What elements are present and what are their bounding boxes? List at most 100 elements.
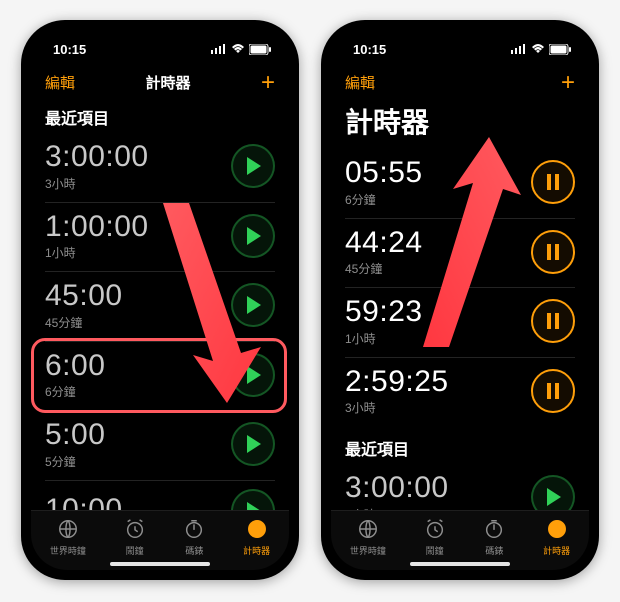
tab-bar: 世界時鐘鬧鐘 碼錶 計時器 <box>31 510 289 570</box>
timer-row[interactable]: 45:00 45分鐘 <box>45 272 275 342</box>
status-time: 10:15 <box>353 42 386 57</box>
screen: 10:15 編輯 計時器 + 最近項目 3:00:003小時1:00:001小時… <box>31 30 289 570</box>
timer-sub: 5分鐘 <box>45 453 105 470</box>
tab-world[interactable]: 世界時鐘 <box>50 518 86 557</box>
tab-label: 鬧鐘 <box>126 544 144 557</box>
timer-sub: 1小時 <box>345 330 423 347</box>
nav-title: 計時器 <box>145 72 190 93</box>
tab-alarm[interactable]: 鬧鐘 <box>124 518 146 557</box>
tab-stop[interactable]: 碼錶 <box>483 518 505 557</box>
play-icon <box>245 366 261 384</box>
play-button[interactable] <box>231 144 275 188</box>
signal-icon <box>511 44 527 54</box>
timer-sub: 6分鐘 <box>45 383 105 400</box>
stop-icon <box>183 518 205 542</box>
pause-button[interactable] <box>531 299 575 343</box>
wifi-icon <box>231 44 245 54</box>
play-icon <box>245 157 261 175</box>
page-title: 計時器 <box>345 101 575 141</box>
phone-left: 10:15 編輯 計時器 + 最近項目 3:00:003小時1:00:001小時… <box>21 20 299 580</box>
timer-row[interactable]: 5:00 5分鐘 <box>45 411 275 481</box>
play-button[interactable] <box>231 422 275 466</box>
wifi-icon <box>531 44 545 54</box>
tab-alarm[interactable]: 鬧鐘 <box>424 518 446 557</box>
play-icon <box>245 227 261 245</box>
battery-icon <box>249 44 271 55</box>
timer-text: 44:2445分鐘 <box>345 227 423 278</box>
timer-sub: 45分鐘 <box>45 314 123 331</box>
timer-time: 5:00 <box>45 419 105 451</box>
section-recent-header: 最近項目 <box>45 105 275 129</box>
tab-timer[interactable]: 計時器 <box>543 518 570 557</box>
battery-icon <box>549 44 571 55</box>
content[interactable]: 最近項目 3:00:003小時1:00:001小時 45:00 45分鐘 6:006分… <box>31 99 289 510</box>
tab-world[interactable]: 世界時鐘 <box>350 518 386 557</box>
world-icon <box>57 518 79 542</box>
phone-right: 10:15 編輯 + 計時器 05:55 6分鐘 44:2445分鐘 59:231小時… <box>321 20 599 580</box>
navbar: 編輯 計時器 + <box>31 68 289 99</box>
timer-icon <box>246 518 268 542</box>
timer-row[interactable]: 6:006分鐘 <box>45 342 275 412</box>
edit-button[interactable]: 編輯 <box>345 72 375 93</box>
timer-time: 44:24 <box>345 227 423 259</box>
play-icon <box>245 296 261 314</box>
play-icon <box>245 502 261 511</box>
tab-label: 碼錶 <box>185 544 203 557</box>
play-button[interactable] <box>231 283 275 327</box>
pause-button[interactable] <box>531 160 575 204</box>
timer-text: 45:00 45分鐘 <box>45 280 123 331</box>
timer-text: 6:006分鐘 <box>45 350 105 401</box>
timer-row[interactable]: 2:59:253小時 <box>345 358 575 427</box>
timer-sub: 3小時 <box>45 175 149 192</box>
timer-sub: 3小時 <box>345 506 449 511</box>
home-indicator <box>110 562 210 566</box>
timer-text: 3:00:003小時 <box>345 472 449 510</box>
timer-sub: 6分鐘 <box>345 191 423 208</box>
timer-text: 5:00 5分鐘 <box>45 419 105 470</box>
timer-time: 6:00 <box>45 350 105 382</box>
add-button[interactable]: + <box>561 73 575 93</box>
content[interactable]: 計時器 05:556分鐘44:2445分鐘59:231小時2:59:253小時 … <box>331 99 589 510</box>
timer-time: 05:55 <box>345 157 423 189</box>
tab-label: 世界時鐘 <box>350 544 386 557</box>
play-button[interactable] <box>231 214 275 258</box>
tab-stop[interactable]: 碼錶 <box>183 518 205 557</box>
tab-label: 計時器 <box>243 544 270 557</box>
pause-icon <box>546 313 560 329</box>
timer-row[interactable]: 44:2445分鐘 <box>345 219 575 289</box>
timer-row[interactable]: 3:00:003小時 <box>45 133 275 203</box>
edit-button[interactable]: 編輯 <box>45 72 75 93</box>
play-button[interactable] <box>231 353 275 397</box>
alarm-icon <box>424 518 446 542</box>
play-button[interactable] <box>531 475 575 510</box>
timer-row[interactable]: 3:00:003小時 <box>345 464 575 510</box>
play-icon <box>545 488 561 506</box>
timer-text: 10:00 <box>45 494 123 510</box>
timer-time: 1:00:00 <box>45 211 149 243</box>
pause-button[interactable] <box>531 369 575 413</box>
play-icon <box>245 435 261 453</box>
timer-row[interactable]: 1:00:001小時 <box>45 203 275 273</box>
status-time: 10:15 <box>53 42 86 57</box>
timer-sub: 3小時 <box>345 399 449 416</box>
pause-button[interactable] <box>531 230 575 274</box>
signal-icon <box>211 44 227 54</box>
tab-label: 計時器 <box>543 544 570 557</box>
add-button[interactable]: + <box>261 73 275 93</box>
timer-row[interactable]: 10:00 <box>45 481 275 511</box>
tab-timer[interactable]: 計時器 <box>243 518 270 557</box>
timer-row[interactable]: 05:55 6分鐘 <box>345 149 575 219</box>
screen: 10:15 編輯 + 計時器 05:55 6分鐘 44:2445分鐘 59:231小時… <box>331 30 589 570</box>
timer-text: 59:231小時 <box>345 296 423 347</box>
timer-time: 10:00 <box>45 494 123 510</box>
timer-time: 45:00 <box>45 280 123 312</box>
navbar: 編輯 + <box>331 68 589 99</box>
alarm-icon <box>124 518 146 542</box>
timer-row[interactable]: 59:231小時 <box>345 288 575 358</box>
play-button[interactable] <box>231 489 275 511</box>
timer-text: 05:55 6分鐘 <box>345 157 423 208</box>
pause-icon <box>546 244 560 260</box>
status-icons <box>211 44 271 55</box>
tab-label: 碼錶 <box>485 544 503 557</box>
timer-text: 2:59:253小時 <box>345 366 449 417</box>
